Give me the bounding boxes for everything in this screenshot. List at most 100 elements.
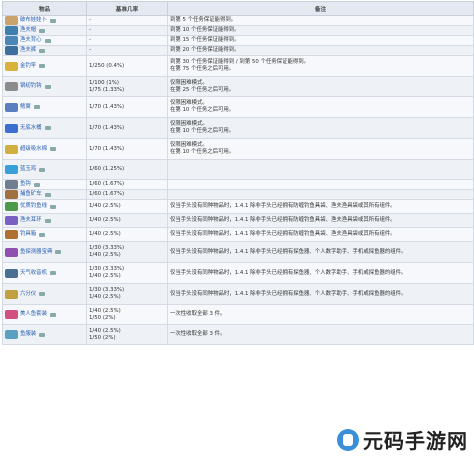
rate-cell: 1/60 (1.67%) bbox=[86, 179, 168, 190]
platform-icon bbox=[39, 232, 46, 237]
item-name-link[interactable]: 优质钓鱼线 bbox=[20, 203, 47, 210]
item-name-link[interactable]: 天气收音机 bbox=[20, 270, 47, 277]
item-name-link[interactable]: 无底水桶 bbox=[20, 125, 42, 132]
item-icon bbox=[5, 102, 18, 112]
note-text: 到第 15 个任务保证能得到。 bbox=[170, 37, 240, 43]
note-cell: 仅限困难模式。 在第 10 个任务之后可用。 bbox=[167, 138, 474, 160]
item-cell: 捕鱼矿车 bbox=[2, 189, 87, 200]
note-cell: 仅当手头没有同种物品时，1.4.1 除非手头已经拥有探鱼器、个人数字助手、手机或… bbox=[167, 283, 474, 305]
note-text: 仅当手头没有同种物品时，1.4.1 除非手头已经拥有防缠钓鱼具袋、渔夫渔具袋或其… bbox=[170, 217, 396, 223]
item-cell: 渔夫裤 bbox=[2, 45, 87, 56]
platform-icon bbox=[44, 126, 51, 130]
item-cell: 鳍翼 bbox=[2, 96, 87, 118]
item-icon bbox=[5, 330, 18, 339]
item-name-link[interactable]: 金钓竿 bbox=[20, 63, 36, 70]
item-name-link[interactable]: 鱼钩 bbox=[20, 181, 31, 188]
rate-cell: - bbox=[86, 45, 168, 56]
table-row: 破布娃娃卜 - 到第 5 个任务保证能得到。 bbox=[2, 15, 474, 26]
table-row: 金钓竿 1/250 (0.4%) 到第 30 个任务保证能得到 / 到第 50 个任… bbox=[2, 55, 474, 77]
note-text: 仅当手头没有同种物品时，1.4.1 除非手头已经拥有探鱼器、个人数字助手、手机或… bbox=[170, 269, 407, 276]
note-cell: 仅限困难模式。 在第 25 个任务之后可用。 bbox=[167, 76, 474, 97]
rate-value: 1/30 (3.33%) bbox=[89, 287, 125, 293]
note-text: 仅限困难模式。 bbox=[170, 121, 208, 127]
rate-cell: 1/250 (0.4%) bbox=[86, 55, 168, 77]
drop-table: 物品 基准几率 备注 破布娃娃卜 - 到第 5 个任务保证能得到。 渔夫帽 - 到第 10… bbox=[2, 1, 474, 345]
table-row: 天气收音机 1/30 (3.33%) 1/40 (2.5%) 仅当手头没有同种物品时，… bbox=[2, 262, 474, 284]
rate-cell: 1/60 (1.25%) bbox=[86, 159, 168, 180]
item-name-link[interactable]: 捕鱼矿车 bbox=[20, 191, 42, 198]
platform-icon bbox=[33, 105, 40, 109]
item-icon bbox=[5, 289, 18, 299]
item-name-link[interactable]: 鱼服装 bbox=[20, 331, 36, 338]
table-row: 鱼服装 1/40 (2.5%) 1/50 (2%) 一次性收取全部 3 件。 bbox=[2, 324, 474, 345]
item-icon bbox=[5, 230, 18, 239]
item-name-link[interactable]: 六分仪 bbox=[20, 291, 36, 298]
rate-cell: 1/70 (1.43%) bbox=[86, 96, 168, 118]
rate-value: 1/100 (1%) bbox=[89, 79, 120, 86]
item-name-link[interactable]: 钢纫钓钩 bbox=[20, 83, 42, 90]
note-text: 仅当手头没有同种物品时，1.4.1 除非手头已经拥有探鱼器、个人数字助手、手机或… bbox=[170, 290, 407, 297]
item-icon bbox=[5, 268, 18, 278]
rate-value: 1/40 (2.5%) bbox=[89, 203, 121, 209]
note-text: 一次性收取全部 3 件。 bbox=[170, 311, 226, 317]
item-cell: 破布娃娃卜 bbox=[2, 15, 87, 26]
item-name-link[interactable]: 超级吸水棉 bbox=[20, 146, 47, 153]
table-row: 渔夫帽 - 到第 10 个任务保证能得到。 bbox=[2, 25, 474, 36]
item-name-link[interactable]: 蓝玉鸡 bbox=[20, 166, 36, 173]
item-cell: 钢纫钓钩 bbox=[2, 76, 87, 97]
item-icon bbox=[5, 144, 18, 154]
item-icon bbox=[5, 16, 18, 25]
item-icon bbox=[5, 202, 18, 211]
item-name-link[interactable]: 破布娃娃卜 bbox=[20, 17, 47, 24]
table-row: 美人鱼套装 1/40 (2.5%) 1/50 (2%) 一次性收取全部 3 件。 bbox=[2, 304, 474, 325]
watermark: 元码手游网 bbox=[337, 425, 468, 454]
watermark-text: 元码手游网 bbox=[363, 429, 468, 453]
platform-icon bbox=[44, 84, 51, 89]
rate-value: - bbox=[89, 27, 91, 33]
item-cell: 超级吸水棉 bbox=[2, 138, 87, 160]
item-name-link[interactable]: 鳍翼 bbox=[20, 104, 31, 111]
rate-value: - bbox=[89, 47, 91, 53]
table-row: 钓具箱 1/40 (2.5%) 仅当手头没有同种物品时，1.4.1 除非手头已经拥有… bbox=[2, 227, 474, 242]
item-cell: 金钓竿 bbox=[2, 55, 87, 77]
table-row: 鳍翼 1/70 (1.43%) 仅限困难模式。 在第 10 个任务之后可用。 bbox=[2, 96, 474, 118]
rate-cell: 1/40 (2.5%) bbox=[86, 213, 168, 228]
rate-value: - bbox=[89, 17, 91, 23]
item-name-link[interactable]: 钓具箱 bbox=[20, 231, 36, 238]
rate-cell: - bbox=[86, 25, 168, 36]
rate-cell: 1/70 (1.43%) bbox=[86, 138, 168, 160]
item-name-link[interactable]: 渔夫帽 bbox=[20, 27, 36, 34]
note-cell: 仅限困难模式。 在第 10 个任务之后可用。 bbox=[167, 96, 474, 118]
note-cell bbox=[167, 179, 474, 190]
rate-cell: 1/40 (2.5%) 1/50 (2%) bbox=[86, 324, 168, 345]
rate-value: 1/70 (1.43%) bbox=[89, 103, 125, 110]
note-cell: 一次性收取全部 3 件。 bbox=[167, 304, 474, 325]
note-text: 到第 20 个任务保证能得到。 bbox=[170, 47, 240, 53]
item-icon bbox=[5, 165, 18, 174]
item-name-link[interactable]: 美人鱼套装 bbox=[20, 311, 47, 318]
note-text: 仅当手头没有同种物品时，1.4.1 除非手头已经拥有探鱼器、个人数字助手、手机或… bbox=[170, 248, 407, 255]
item-cell: 鱼服装 bbox=[2, 324, 87, 345]
platform-icon bbox=[39, 48, 46, 53]
platform-icon bbox=[33, 182, 40, 187]
item-icon bbox=[5, 61, 18, 71]
rate-cell: 1/40 (2.5%) bbox=[86, 227, 168, 242]
rate-cell: 1/40 (2.5%) 1/50 (2%) bbox=[86, 304, 168, 325]
item-cell: 渔夫帽 bbox=[2, 25, 87, 36]
header-note: 备注 bbox=[167, 1, 474, 16]
note-text: 仅限困难模式。 bbox=[170, 79, 208, 86]
item-name-link[interactable]: 渔夫背心 bbox=[20, 37, 42, 44]
item-icon bbox=[5, 36, 18, 45]
item-name-link[interactable]: 渔夫耳环 bbox=[20, 217, 42, 224]
platform-icon bbox=[49, 147, 56, 151]
item-name-link[interactable]: 鱼探测器宝典 bbox=[20, 249, 52, 256]
item-icon bbox=[5, 190, 18, 199]
note-cell: 一次性收取全部 3 件。 bbox=[167, 324, 474, 345]
note-cell: 仅当手头没有同种物品时，1.4.1 除非手头已经拥有防缠钓鱼具袋、渔夫渔具袋或其… bbox=[167, 227, 474, 242]
item-name-link[interactable]: 渔夫裤 bbox=[20, 47, 36, 54]
rate-cell: 1/30 (3.33%) 1/40 (2.5%) bbox=[86, 241, 168, 263]
note-cell: 到第 30 个任务保证能得到 / 到第 50 个任务保证能得到。 在第 75 个任… bbox=[167, 55, 474, 77]
rate-cell: 1/100 (1%) 1/75 (1.33%) bbox=[86, 76, 168, 97]
table-row: 渔夫耳环 1/40 (2.5%) 仅当手头没有同种物品时，1.4.1 除非手头已经拥… bbox=[2, 213, 474, 228]
note-cell: 仅当手头没有同种物品时，1.4.1 除非手头已经拥有探鱼器、个人数字助手、手机或… bbox=[167, 262, 474, 284]
